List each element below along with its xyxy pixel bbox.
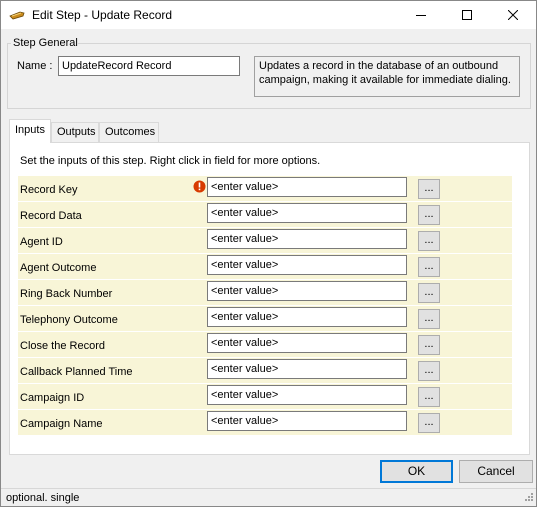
title-bar[interactable]: Edit Step - Update Record — [1, 1, 536, 29]
input-row-agent-id: Agent ID <enter value> ... — [18, 228, 512, 254]
inputs-description: Set the inputs of this step. Right click… — [20, 155, 321, 167]
status-bar: optional. single — [1, 488, 536, 506]
campaign-id-input[interactable]: <enter value> — [207, 385, 407, 405]
window-title: Edit Step - Update Record — [32, 8, 173, 22]
group-border — [7, 43, 11, 44]
minimize-icon — [416, 15, 426, 16]
agent-id-label: Agent ID — [20, 236, 63, 248]
campaign-name-input[interactable]: <enter value> — [207, 411, 407, 431]
campaign-id-browse-button[interactable]: ... — [418, 387, 440, 407]
record-data-label: Record Data — [20, 210, 82, 222]
agent-outcome-input[interactable]: <enter value> — [207, 255, 407, 275]
record-key-browse-button[interactable]: ... — [418, 179, 440, 199]
resize-grip-icon[interactable] — [522, 492, 534, 504]
input-row-close-the-record: Close the Record <enter value> ... — [18, 332, 512, 358]
cancel-button[interactable]: Cancel — [459, 460, 533, 483]
agent-id-input[interactable]: <enter value> — [207, 229, 407, 249]
agent-id-browse-button[interactable]: ... — [418, 231, 440, 251]
inputs-grid: Record Key <enter value> ... Record Data… — [18, 176, 512, 436]
tab-outputs[interactable]: Outputs — [51, 122, 99, 142]
ok-button[interactable]: OK — [380, 460, 453, 483]
input-row-callback-planned-time: Callback Planned Time <enter value> ... — [18, 358, 512, 384]
app-icon — [9, 11, 25, 20]
agent-outcome-label: Agent Outcome — [20, 262, 97, 274]
ring-back-number-input[interactable]: <enter value> — [207, 281, 407, 301]
input-row-campaign-id: Campaign ID <enter value> ... — [18, 384, 512, 410]
input-row-telephony-outcome: Telephony Outcome <enter value> ... — [18, 306, 512, 332]
record-key-label: Record Key — [20, 184, 78, 196]
step-description: Updates a record in the database of an o… — [254, 56, 520, 97]
ring-back-number-browse-button[interactable]: ... — [418, 283, 440, 303]
status-text: optional. single — [6, 492, 80, 504]
close-button[interactable] — [490, 1, 536, 29]
edit-step-dialog: Edit Step - Update Record Step General N… — [0, 0, 537, 507]
close-the-record-input[interactable]: <enter value> — [207, 333, 407, 353]
callback-planned-time-browse-button[interactable]: ... — [418, 361, 440, 381]
callback-planned-time-input[interactable]: <enter value> — [207, 359, 407, 379]
maximize-icon — [462, 10, 472, 20]
minimize-button[interactable] — [398, 1, 444, 29]
maximize-button[interactable] — [444, 1, 490, 29]
tab-inputs[interactable]: Inputs — [9, 119, 51, 143]
group-border — [78, 43, 531, 44]
ring-back-number-label: Ring Back Number — [20, 288, 113, 300]
input-row-record-key: Record Key <enter value> ... — [18, 176, 512, 202]
campaign-name-label: Campaign Name — [20, 418, 103, 430]
input-row-campaign-name: Campaign Name <enter value> ... — [18, 410, 512, 436]
close-the-record-label: Close the Record — [20, 340, 105, 352]
warning-icon — [193, 180, 206, 193]
tab-outcomes[interactable]: Outcomes — [99, 122, 159, 142]
agent-outcome-browse-button[interactable]: ... — [418, 257, 440, 277]
close-the-record-browse-button[interactable]: ... — [418, 335, 440, 355]
telephony-outcome-browse-button[interactable]: ... — [418, 309, 440, 329]
record-key-input[interactable]: <enter value> — [207, 177, 407, 197]
telephony-outcome-input[interactable]: <enter value> — [207, 307, 407, 327]
input-row-ring-back-number: Ring Back Number <enter value> ... — [18, 280, 512, 306]
record-data-input[interactable]: <enter value> — [207, 203, 407, 223]
input-row-record-data: Record Data <enter value> ... — [18, 202, 512, 228]
inputs-panel: Set the inputs of this step. Right click… — [9, 142, 530, 455]
record-data-browse-button[interactable]: ... — [418, 205, 440, 225]
telephony-outcome-label: Telephony Outcome — [20, 314, 118, 326]
callback-planned-time-label: Callback Planned Time — [20, 366, 133, 378]
close-icon — [508, 10, 518, 20]
campaign-id-label: Campaign ID — [20, 392, 85, 404]
step-general-legend: Step General — [13, 37, 78, 49]
name-field[interactable]: UpdateRecord Record — [58, 56, 240, 76]
campaign-name-browse-button[interactable]: ... — [418, 413, 440, 433]
input-row-agent-outcome: Agent Outcome <enter value> ... — [18, 254, 512, 280]
name-label: Name : — [17, 60, 53, 72]
